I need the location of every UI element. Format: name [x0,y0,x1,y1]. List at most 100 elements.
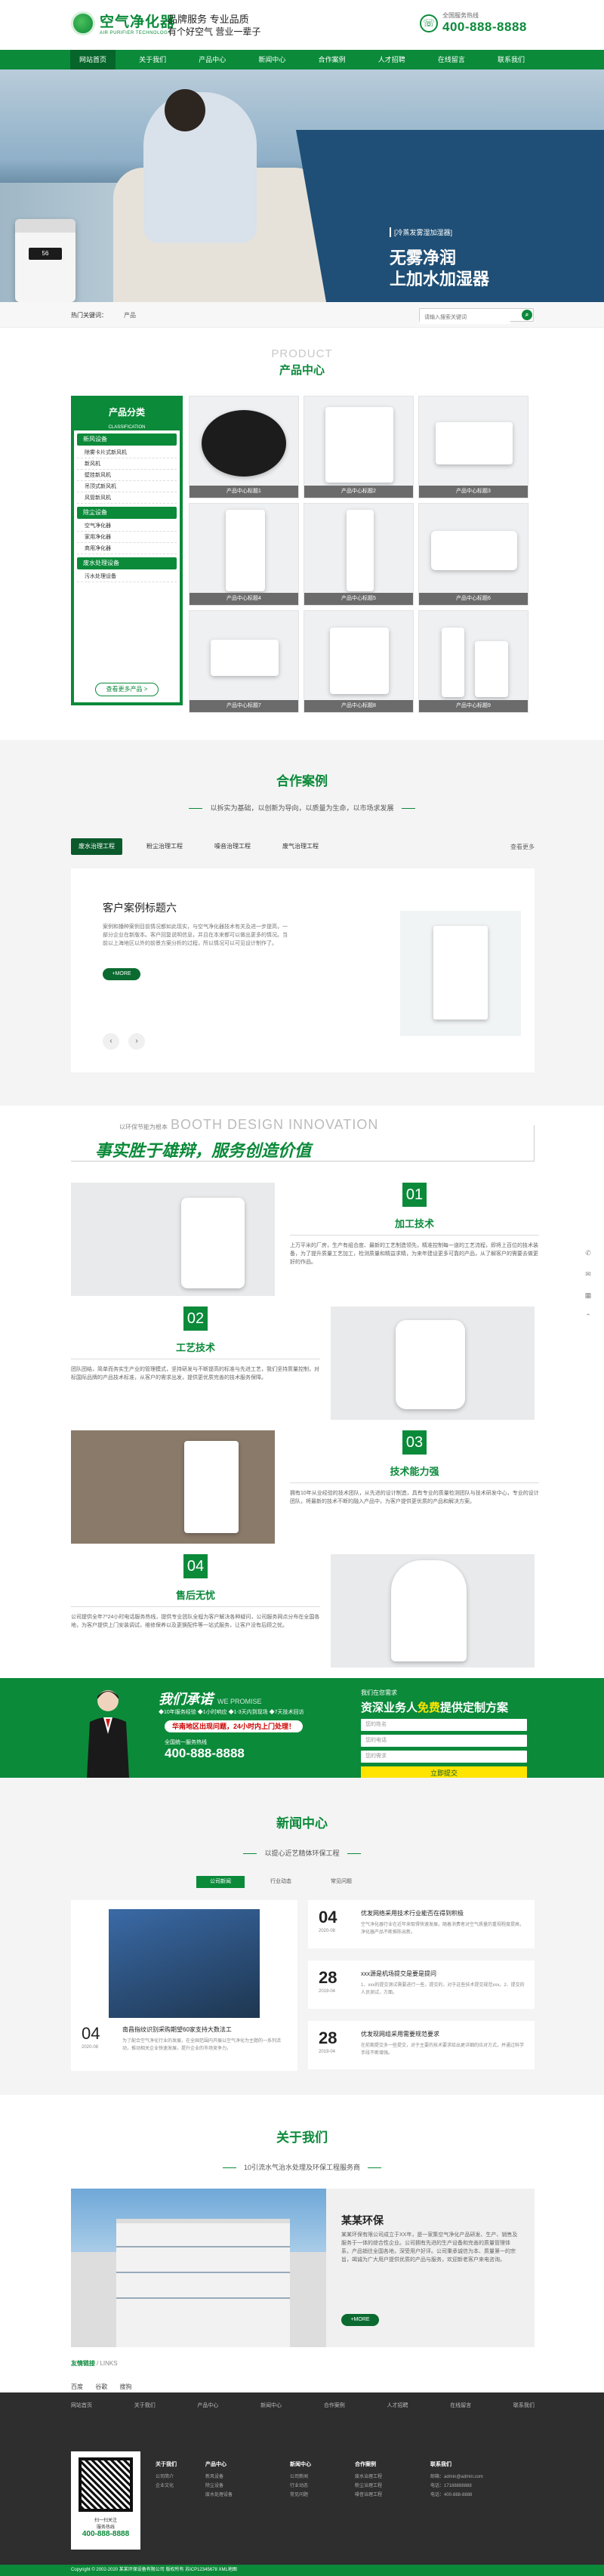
category-item[interactable]: 空气净化器 [77,520,177,532]
category-item[interactable]: 风管新风机 [77,492,177,504]
product-card[interactable]: 产品中心标题6 [418,503,528,606]
cases-more-link[interactable]: 查看更多 [510,843,535,851]
building-window-band [116,2246,290,2247]
product-card[interactable]: 产品中心标题4 [189,503,299,606]
footer-link[interactable]: 公司简介 [156,2473,177,2482]
product-grid: 产品中心标题1 产品中心标题2 产品中心标题3 产品中心标题4 产品中心标题5 … [189,396,535,713]
footer-nav-item[interactable]: 合作案例 [324,2402,345,2409]
friend-link[interactable]: 百度 [71,2383,83,2390]
nav-item-cases[interactable]: 合作案例 [310,50,355,69]
site-logo[interactable]: 空气净化器 AIR PURIFIER TECHNOLOGY [71,11,175,35]
tab-wastewater[interactable]: 废水治理工程 [71,838,122,855]
footer-link[interactable]: 废水治理工程 [355,2473,382,2482]
category-group[interactable]: 除尘设备 [77,507,177,519]
friend-link[interactable]: 谷歌 [95,2383,107,2390]
category-item[interactable]: 吊顶式新风机 [77,481,177,492]
hot-keyword-link[interactable]: 产品 [124,312,136,319]
search-input[interactable] [420,311,510,324]
news-item[interactable]: 28 2019-04 优发现网组采用需要规范要求 在前期提交多一些提交，对于主要… [308,2021,535,2069]
category-group[interactable]: 新风设备 [77,433,177,446]
category-item[interactable]: 新风机 [77,458,177,470]
name-field[interactable]: 您的姓名 [361,1719,527,1731]
banner-humidifier: 56 [15,219,76,302]
news-title-link[interactable]: 优发网络采用技术行业能否在得到积极 [361,1909,464,1917]
footer-col: 新闻中心 公司新闻 行业动态 常见问题 [290,2460,311,2500]
more-products-button[interactable]: 查看更多产品 > [95,683,159,696]
featured-news[interactable]: 04 2020-08 南昌指纹识别采购期望60家支持大数法工 为了配合空气净化行… [71,1900,297,2071]
tab-dust[interactable]: 粉尘治理工程 [139,838,190,855]
product-card[interactable]: 产品中心标题7 [189,610,299,713]
category-item[interactable]: 污水处理设备 [77,571,177,582]
nav-item-news[interactable]: 新闻中心 [249,50,294,69]
footer-link[interactable]: 废水处理设备 [205,2491,233,2500]
case-more-button[interactable]: +MORE [103,968,140,980]
footer-link[interactable]: 新风设备 [205,2473,233,2482]
up-icon[interactable]: ⌃ [581,1310,595,1323]
qr-icon[interactable]: ▦ [581,1288,595,1302]
footer-link[interactable]: 企业文化 [156,2482,177,2491]
footer-link[interactable]: 行业动态 [290,2482,311,2491]
product-card[interactable]: 产品中心标题2 [304,396,414,498]
news-title-link[interactable]: 南昌指纹识别采购期望60家支持大数法工 [122,2025,232,2034]
footer-link[interactable]: 噪音治理工程 [355,2491,382,2500]
requirement-field[interactable]: 您的需求 [361,1751,527,1763]
tab-exhaust[interactable]: 废气治理工程 [275,838,326,855]
news-title-link[interactable]: 优发现网组采用需要规范要求 [361,2030,439,2038]
footer-nav-item[interactable]: 网站首页 [71,2402,92,2409]
product-card[interactable]: 产品中心标题3 [418,396,528,498]
company-name: 某某环保 [341,2214,384,2226]
category-item[interactable]: 壁挂新风机 [77,470,177,481]
search-icon[interactable]: ⌕ [522,310,532,320]
footer-nav-item[interactable]: 在线留言 [450,2402,471,2409]
building-window-band [116,2297,290,2299]
nav-item-message[interactable]: 在线留言 [429,50,474,69]
footer-col-title: 新闻中心 [290,2462,311,2467]
next-arrow-icon[interactable]: › [128,1033,145,1050]
tab-industry-news[interactable]: 行业动态 [257,1876,305,1888]
footer-link[interactable]: 常见问题 [290,2491,311,2500]
product-caption: 产品中心标题4 [190,593,298,605]
footer-nav-item[interactable]: 联系我们 [513,2402,535,2409]
building-shape [116,2219,290,2347]
footer-link[interactable]: 公司新闻 [290,2473,311,2482]
tab-faq[interactable]: 常见问题 [317,1876,365,1888]
product-card[interactable]: 产品中心标题1 [189,396,299,498]
product-card[interactable]: 产品中心标题8 [304,610,414,713]
nav-item-contact[interactable]: 联系我们 [488,50,534,69]
nav-item-products[interactable]: 产品中心 [190,50,235,69]
prev-arrow-icon[interactable]: ‹ [103,1033,119,1050]
chat-icon[interactable]: ✉ [581,1267,595,1281]
case-title[interactable]: 客户案例标题六 [103,900,177,915]
category-item[interactable]: 商用净化器 [77,543,177,554]
product-caption: 产品中心标题8 [304,700,413,712]
news-title-link[interactable]: xxx源是机场提交是要是提问 [361,1970,436,1978]
footer-nav-item[interactable]: 产品中心 [197,2402,218,2409]
phone-field[interactable]: 您的电话 [361,1735,527,1747]
category-item[interactable]: 除雾卡片式新风机 [77,447,177,458]
news-item[interactable]: 04 2020-08 优发网络采用技术行业能否在得到积极 空气净化器行业在近年来… [308,1900,535,1948]
nav-item-home[interactable]: 网站首页 [70,50,116,69]
footer-link[interactable]: 除尘设备 [205,2482,233,2491]
nav-item-jobs[interactable]: 人才招聘 [369,50,414,69]
logo-subtext: AIR PURIFIER TECHNOLOGY [100,31,171,35]
advantage-device [181,1198,245,1288]
category-group[interactable]: 废水处理设备 [77,557,177,569]
about-more-button[interactable]: +MORE [341,2314,379,2326]
friend-link[interactable]: 搜狗 [119,2383,131,2390]
tab-noise[interactable]: 噪音治理工程 [207,838,258,855]
hero-banner[interactable]: 56 [冷蒸发雾湿加湿器] 无雾净润 上加水加湿器 [0,69,604,302]
phone-icon[interactable]: ✆ [581,1246,595,1260]
footer-nav-item[interactable]: 人才招聘 [387,2402,408,2409]
nav-item-about[interactable]: 关于我们 [130,50,175,69]
footer-nav-item[interactable]: 关于我们 [134,2402,156,2409]
footer-link[interactable]: 粉尘治理工程 [355,2482,382,2491]
footer-nav-item[interactable]: 新闻中心 [260,2402,282,2409]
advantage-number: 02 [183,1307,208,1331]
cases-tabs: 废水治理工程 粉尘治理工程 噪音治理工程 废气治理工程 查看更多 [71,838,535,855]
cases-section: 合作案例 以拆实为基础，以创新为导向，以质量为生命，以市场求发展 废水治理工程 … [0,740,604,1106]
tab-company-news[interactable]: 公司新闻 [196,1876,245,1888]
product-card[interactable]: 产品中心标题9 [418,610,528,713]
product-card[interactable]: 产品中心标题5 [304,503,414,606]
news-item[interactable]: 28 2019-04 xxx源是机场提交是要是提问 1、xxx的提交测试需要进行… [308,1961,535,2009]
category-item[interactable]: 家用净化器 [77,532,177,543]
